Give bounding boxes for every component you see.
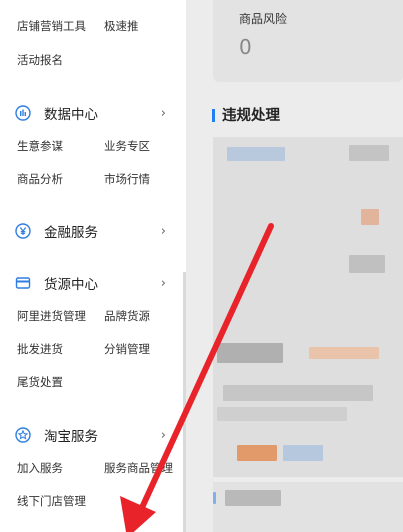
- accent-marker: [213, 492, 216, 504]
- sidebar-link-event-signup[interactable]: 活动报名: [17, 52, 63, 68]
- violation-card-next: [213, 482, 403, 532]
- star-icon: [14, 426, 32, 444]
- blurred-text: [217, 343, 283, 363]
- sidebar-section-data-center[interactable]: 数据中心 ›: [14, 102, 166, 124]
- blurred-text: [223, 385, 373, 401]
- chevron-right-icon: ›: [160, 223, 166, 239]
- sidebar-scrollbar[interactable]: [183, 272, 186, 532]
- sidebar-section-finance[interactable]: 金融服务 ›: [14, 220, 166, 242]
- sidebar-link-join-service[interactable]: 加入服务: [17, 460, 63, 476]
- sidebar-link-wholesale[interactable]: 批发进货: [17, 341, 63, 357]
- chevron-right-icon: ›: [160, 105, 166, 121]
- sidebar-link-brand-sourcing[interactable]: 品牌货源: [104, 308, 150, 324]
- chevron-right-icon: ›: [160, 275, 166, 291]
- sidebar-link-market-trends[interactable]: 市场行情: [104, 171, 150, 187]
- sidebar-section-label: 数据中心: [44, 107, 98, 123]
- blurred-text: [217, 407, 347, 421]
- sidebar-link-alibaba-purchase[interactable]: 阿里进货管理: [17, 308, 86, 324]
- yen-icon: [14, 222, 32, 240]
- sidebar-link-shop-marketing[interactable]: 店铺营销工具: [17, 18, 86, 34]
- sidebar-link-business-zone[interactable]: 业务专区: [104, 138, 150, 154]
- blurred-badge: [237, 445, 277, 461]
- sidebar-link-product-analysis[interactable]: 商品分析: [17, 171, 63, 187]
- sidebar-section-label: 金融服务: [44, 225, 98, 241]
- sidebar-section-taobao-services[interactable]: 淘宝服务 ›: [14, 424, 166, 446]
- sidebar-link-offline-store-mgmt[interactable]: 线下门店管理: [17, 493, 86, 509]
- product-risk-label: 商品风险: [239, 12, 288, 26]
- product-risk-value[interactable]: 0: [239, 35, 252, 59]
- blurred-link: [227, 147, 285, 161]
- sidebar: 店铺营销工具 极速推 活动报名 数据中心 › 生意参谋 业务专区 商品分析 市场…: [0, 0, 186, 532]
- sidebar-section-label: 货源中心: [44, 277, 98, 293]
- sidebar-section-sourcing[interactable]: 货源中心 ›: [14, 272, 166, 294]
- blurred-text: [225, 490, 281, 506]
- blurred-badge: [361, 209, 379, 225]
- chart-icon: [14, 104, 32, 122]
- violation-card: [213, 137, 403, 477]
- sidebar-link-business-advisor[interactable]: 生意参谋: [17, 138, 63, 154]
- section-accent-bar: [212, 109, 215, 122]
- blurred-badge: [309, 347, 379, 359]
- sidebar-link-distribution[interactable]: 分销管理: [104, 341, 150, 357]
- violation-section-title: 违规处理: [222, 108, 280, 124]
- blurred-badge: [283, 445, 323, 461]
- blurred-text: [349, 145, 389, 161]
- sidebar-section-label: 淘宝服务: [44, 429, 98, 445]
- blurred-text: [349, 255, 385, 273]
- card-icon: [14, 274, 32, 292]
- sidebar-link-express-promo[interactable]: 极速推: [104, 18, 139, 34]
- sidebar-link-service-product-mgmt[interactable]: 服务商品管理: [104, 460, 173, 476]
- chevron-right-icon: ›: [160, 427, 166, 443]
- sidebar-link-clearance[interactable]: 尾货处置: [17, 374, 63, 390]
